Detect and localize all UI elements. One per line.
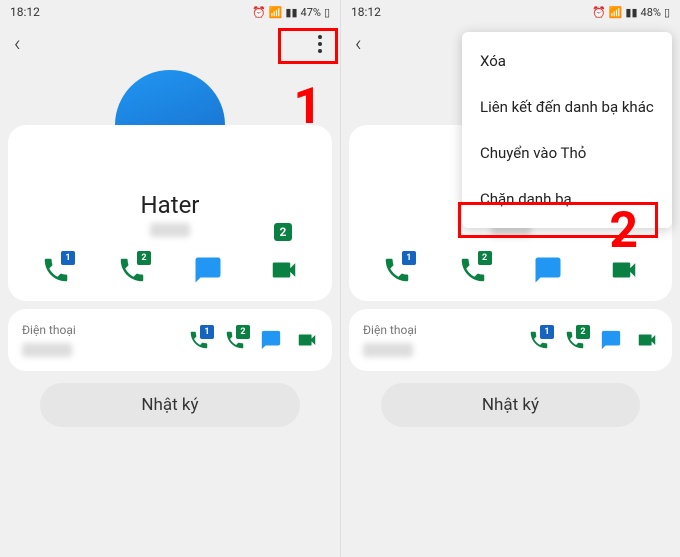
phone-label-col: Điện thoại [363, 323, 417, 357]
sim2-tag: 2 [576, 325, 590, 339]
back-button[interactable]: ‹ [355, 32, 362, 57]
status-time: 18:12 [10, 5, 40, 19]
phone-number-blur [363, 343, 413, 357]
call-sim1-button[interactable]: 1 [41, 255, 71, 285]
sim2-tag: 2 [137, 251, 151, 265]
status-bar: 18:12 ⏰ 📶 ▮▮ 47% ▯ [0, 0, 340, 24]
call-sim2-button[interactable]: 2 [458, 255, 488, 285]
message-button[interactable] [533, 255, 563, 285]
mini-action-row: 1 2 [188, 329, 318, 351]
message-icon [260, 329, 282, 351]
mini-call-sim1[interactable]: 1 [528, 329, 550, 351]
sim1-tag: 1 [402, 251, 416, 265]
sim1-tag: 1 [540, 325, 554, 339]
mini-video[interactable] [296, 329, 318, 351]
battery-icon: ▯ [664, 6, 670, 19]
alarm-icon: ⏰ [252, 6, 266, 19]
status-icons: ⏰ 📶 ▮▮ 48% ▯ [592, 6, 670, 19]
contact-subtext-blur [150, 223, 190, 237]
video-icon [296, 329, 318, 351]
sim1-tag: 1 [200, 325, 214, 339]
phone-row-card: Điện thoại 1 2 [8, 309, 332, 371]
battery-pct: 47% [301, 6, 321, 19]
call-sim2-button[interactable]: 2 [117, 255, 147, 285]
wifi-icon: 📶 [609, 6, 623, 19]
sim-badge: 2 [274, 223, 292, 241]
signal-icon: ▮▮ [285, 6, 297, 19]
message-icon [533, 255, 563, 285]
contact-name: Hater [141, 191, 200, 219]
status-bar: 18:12 ⏰ 📶 ▮▮ 48% ▯ [341, 0, 680, 24]
overflow-menu: Xóa Liên kết đến danh bạ khác Chuyển vào… [462, 32, 672, 228]
menu-block-contact[interactable]: Chặn danh bạ [462, 176, 672, 222]
log-button[interactable]: Nhật ký [381, 383, 640, 427]
mini-video[interactable] [636, 329, 658, 351]
annotation-2: 2 [609, 202, 638, 260]
sim1-tag: 1 [61, 251, 75, 265]
mini-action-row: 1 2 [528, 329, 658, 351]
screenshot-left: 18:12 ⏰ 📶 ▮▮ 47% ▯ ‹ 1 Hater 2 1 2 [0, 0, 340, 557]
status-time: 18:12 [351, 5, 381, 19]
phone-label-col: Điện thoại [22, 323, 76, 357]
message-icon [193, 255, 223, 285]
mini-message[interactable] [600, 329, 622, 351]
mini-call-sim1[interactable]: 1 [188, 329, 210, 351]
menu-delete[interactable]: Xóa [462, 38, 672, 84]
video-icon [269, 255, 299, 285]
message-icon [600, 329, 622, 351]
menu-move-card[interactable]: Chuyển vào Thỏ [462, 130, 672, 176]
top-bar: ‹ [0, 24, 340, 64]
call-sim1-button[interactable]: 1 [382, 255, 412, 285]
signal-icon: ▮▮ [625, 6, 637, 19]
message-button[interactable] [193, 255, 223, 285]
sim2-tag: 2 [478, 251, 492, 265]
mini-message[interactable] [260, 329, 282, 351]
log-button[interactable]: Nhật ký [40, 383, 300, 427]
contact-card: Hater 2 1 2 [8, 125, 332, 301]
phone-number-blur [22, 343, 72, 357]
annotation-1: 1 [293, 78, 322, 136]
battery-pct: 48% [641, 6, 661, 19]
phone-row-card: Điện thoại 1 2 [349, 309, 672, 371]
more-menu-button[interactable] [314, 27, 326, 61]
phone-label: Điện thoại [22, 323, 76, 337]
menu-link-other[interactable]: Liên kết đến danh bạ khác [462, 84, 672, 130]
sim2-tag: 2 [236, 325, 250, 339]
mini-call-sim2[interactable]: 2 [224, 329, 246, 351]
back-button[interactable]: ‹ [14, 32, 21, 57]
phone-label: Điện thoại [363, 323, 417, 337]
battery-icon: ▯ [324, 6, 330, 19]
wifi-icon: 📶 [269, 6, 283, 19]
video-button[interactable] [269, 255, 299, 285]
alarm-icon: ⏰ [592, 6, 606, 19]
video-icon [636, 329, 658, 351]
screenshot-right: 18:12 ⏰ 📶 ▮▮ 48% ▯ ‹ Xóa Liên kết đến da… [340, 0, 680, 557]
action-row: 1 2 [18, 255, 322, 285]
mini-call-sim2[interactable]: 2 [564, 329, 586, 351]
status-icons: ⏰ 📶 ▮▮ 47% ▯ [252, 6, 330, 19]
